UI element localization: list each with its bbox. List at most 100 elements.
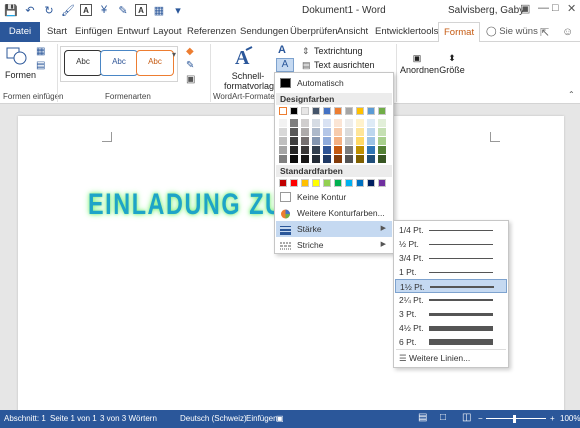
user-name[interactable]: Salvisberg, Gaby <box>448 5 524 16</box>
quick-styles-icon[interactable]: A <box>232 46 254 69</box>
theme-shade-swatch[interactable] <box>356 128 364 136</box>
weight-option-item[interactable]: 1½ Pt. <box>395 279 507 293</box>
theme-color-swatch[interactable] <box>356 107 364 115</box>
theme-shade-swatch[interactable] <box>279 119 287 127</box>
tell-me-search[interactable]: ◯ Sie wüns <box>486 26 538 37</box>
standard-color-swatch[interactable] <box>334 179 342 187</box>
tab-layout[interactable]: Layout <box>148 22 187 42</box>
proofing-icon[interactable]: ▣ <box>276 414 284 423</box>
quick-styles-label[interactable]: Schnell-formatvorlagen <box>224 71 284 91</box>
weight-option-item[interactable]: 4½ Pt. <box>395 321 507 335</box>
theme-shade-swatch[interactable] <box>367 155 375 163</box>
theme-color-swatch[interactable] <box>345 107 353 115</box>
print-layout-icon[interactable]: □ <box>440 412 446 423</box>
format-painter-icon[interactable]: 🖌 <box>61 3 75 17</box>
shapes-icon[interactable] <box>6 46 28 66</box>
maximize-icon[interactable]: □ <box>552 2 559 14</box>
theme-shade-swatch[interactable] <box>334 155 342 163</box>
size-button[interactable]: ⬍ Größe <box>438 52 466 76</box>
shape-style-3[interactable]: Abc <box>136 50 174 76</box>
theme-shade-swatch[interactable] <box>290 155 298 163</box>
paint-icon[interactable]: ✎ <box>116 3 130 17</box>
more-outline-colors-option[interactable]: Weitere Konturfarben... <box>276 205 392 221</box>
weight-option-item[interactable]: 3/4 Pt. <box>395 251 507 265</box>
share-icon[interactable]: ⇱ <box>540 26 549 39</box>
theme-shade-swatch[interactable] <box>345 155 353 163</box>
zoom-slider[interactable] <box>486 418 546 419</box>
gallery-scroll-icon[interactable]: ▾ <box>172 50 176 59</box>
theme-shade-swatch[interactable] <box>345 146 353 154</box>
theme-shade-swatch[interactable] <box>290 128 298 136</box>
zoom-out-icon[interactable]: − <box>478 414 483 423</box>
shape-effects-icon[interactable]: ▣ <box>186 74 195 85</box>
theme-shade-swatch[interactable] <box>378 146 386 154</box>
theme-shade-swatch[interactable] <box>367 137 375 145</box>
theme-shade-swatch[interactable] <box>323 155 331 163</box>
tab-file[interactable]: Datei <box>0 22 40 42</box>
standard-color-swatch[interactable] <box>290 179 298 187</box>
web-layout-icon[interactable]: ◫ <box>462 412 471 423</box>
theme-shade-swatch[interactable] <box>312 137 320 145</box>
weight-option-item[interactable]: ½ Pt. <box>395 237 507 251</box>
weight-option[interactable]: Stärke ▶ <box>276 221 392 237</box>
shape-style-2[interactable]: Abc <box>100 50 138 76</box>
tab-view[interactable]: Ansicht <box>332 22 373 42</box>
standard-color-swatch[interactable] <box>279 179 287 187</box>
status-words[interactable]: 3 von 3 Wörtern <box>100 414 157 423</box>
weight-option-item[interactable]: 1/4 Pt. <box>395 223 507 237</box>
standard-color-swatch[interactable] <box>323 179 331 187</box>
status-mode[interactable]: Einfügen <box>246 414 278 423</box>
theme-shade-swatch[interactable] <box>378 137 386 145</box>
edit-shape-icon[interactable]: ▦ <box>36 46 45 57</box>
zoom-in-icon[interactable]: + <box>550 414 555 423</box>
weight-option-item[interactable]: 1 Pt. <box>395 265 507 279</box>
zoom-level[interactable]: 100% <box>560 414 580 423</box>
theme-shade-swatch[interactable] <box>279 155 287 163</box>
theme-shade-swatch[interactable] <box>279 137 287 145</box>
font-a-icon[interactable]: A <box>135 4 147 16</box>
status-section[interactable]: Abschnitt: 1 <box>4 414 46 423</box>
theme-shade-swatch[interactable] <box>301 155 309 163</box>
theme-color-swatch[interactable] <box>334 107 342 115</box>
shape-fill-icon[interactable]: ◆ <box>186 46 194 57</box>
theme-shade-swatch[interactable] <box>290 146 298 154</box>
minimize-icon[interactable]: — <box>538 2 549 14</box>
tab-insert[interactable]: Einfügen <box>70 22 118 42</box>
theme-shade-swatch[interactable] <box>367 128 375 136</box>
dashes-option[interactable]: Striche ▶ <box>276 237 392 253</box>
theme-color-swatch[interactable] <box>290 107 298 115</box>
theme-shade-swatch[interactable] <box>301 128 309 136</box>
automatic-option[interactable]: Automatisch <box>276 75 392 91</box>
weight-option-item[interactable]: 6 Pt. <box>395 335 507 349</box>
theme-shade-swatch[interactable] <box>367 146 375 154</box>
standard-color-swatch[interactable] <box>301 179 309 187</box>
text-a-icon[interactable]: A <box>80 4 92 16</box>
standard-color-swatch[interactable] <box>312 179 320 187</box>
standard-color-swatch[interactable] <box>356 179 364 187</box>
ribbon-options-icon[interactable]: ▣ <box>520 2 530 15</box>
tab-developer[interactable]: Entwicklertools <box>370 22 443 42</box>
tab-references[interactable]: Referenzen <box>182 22 241 42</box>
theme-shade-swatch[interactable] <box>356 137 364 145</box>
text-direction-button[interactable]: Textrichtung <box>314 46 363 56</box>
no-outline-option[interactable]: Keine Kontur <box>276 189 392 205</box>
theme-shade-swatch[interactable] <box>356 155 364 163</box>
theme-shade-swatch[interactable] <box>301 119 309 127</box>
theme-shade-swatch[interactable] <box>301 137 309 145</box>
tab-format[interactable]: Format <box>438 22 481 43</box>
theme-shade-swatch[interactable] <box>312 128 320 136</box>
theme-color-swatch[interactable] <box>312 107 320 115</box>
theme-shade-swatch[interactable] <box>312 119 320 127</box>
theme-shade-swatch[interactable] <box>323 119 331 127</box>
theme-shade-swatch[interactable] <box>279 128 287 136</box>
theme-color-swatch[interactable] <box>323 107 331 115</box>
theme-shade-swatch[interactable] <box>334 146 342 154</box>
close-icon[interactable]: ✕ <box>567 2 576 15</box>
standard-color-swatch[interactable] <box>378 179 386 187</box>
theme-shade-swatch[interactable] <box>312 146 320 154</box>
grid-icon[interactable]: ▦ <box>152 3 166 17</box>
theme-color-swatch[interactable] <box>367 107 375 115</box>
collapse-ribbon-icon[interactable]: ⌃ <box>568 90 575 99</box>
theme-color-swatch[interactable] <box>279 107 287 115</box>
theme-shade-swatch[interactable] <box>334 128 342 136</box>
